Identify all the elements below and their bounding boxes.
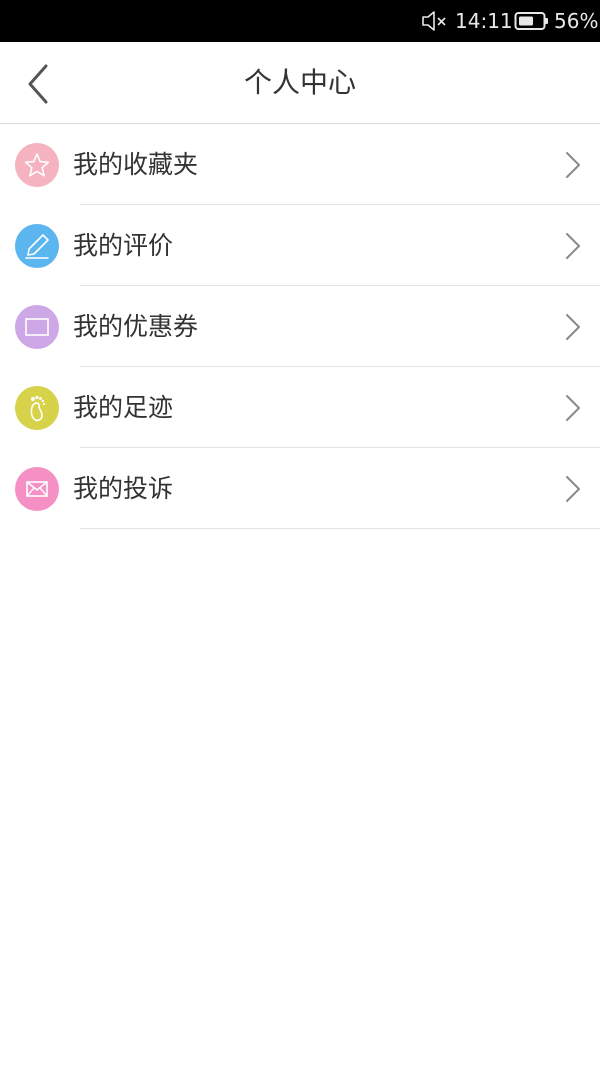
- back-button[interactable]: [18, 62, 58, 106]
- battery-percent: 56%: [554, 9, 599, 33]
- menu-item-label: 我的优惠券: [73, 312, 199, 341]
- mute-icon: [422, 11, 446, 31]
- chevron-right-icon: [566, 314, 580, 340]
- menu-item-label: 我的评价: [73, 231, 174, 260]
- star-icon: [15, 143, 59, 187]
- envelope-icon: [15, 467, 59, 511]
- menu-list: 我的收藏夹 我的评价 我的优惠券 我的足迹 我的投诉: [0, 124, 600, 529]
- footprint-icon: [15, 386, 59, 430]
- chevron-right-icon: [566, 476, 580, 502]
- coupon-icon: [15, 305, 59, 349]
- menu-item-reviews[interactable]: 我的评价: [0, 205, 600, 286]
- chevron-left-icon: [28, 64, 48, 104]
- nav-bar: 个人中心: [0, 42, 600, 124]
- menu-item-favorites[interactable]: 我的收藏夹: [0, 124, 600, 205]
- chevron-right-icon: [566, 233, 580, 259]
- chevron-right-icon: [566, 395, 580, 421]
- chevron-right-icon: [566, 152, 580, 178]
- status-bar: 14:11 56%: [0, 0, 600, 42]
- menu-item-coupons[interactable]: 我的优惠券: [0, 286, 600, 367]
- menu-item-label: 我的足迹: [73, 393, 174, 422]
- battery-icon: [514, 12, 548, 30]
- page-title: 个人中心: [243, 66, 356, 99]
- pencil-icon: [15, 224, 59, 268]
- status-time: 14:11: [455, 9, 513, 33]
- divider: [80, 528, 600, 529]
- menu-item-label: 我的投诉: [73, 474, 174, 503]
- menu-item-complaints[interactable]: 我的投诉: [0, 448, 600, 529]
- menu-item-footprints[interactable]: 我的足迹: [0, 367, 600, 448]
- menu-item-label: 我的收藏夹: [73, 150, 199, 179]
